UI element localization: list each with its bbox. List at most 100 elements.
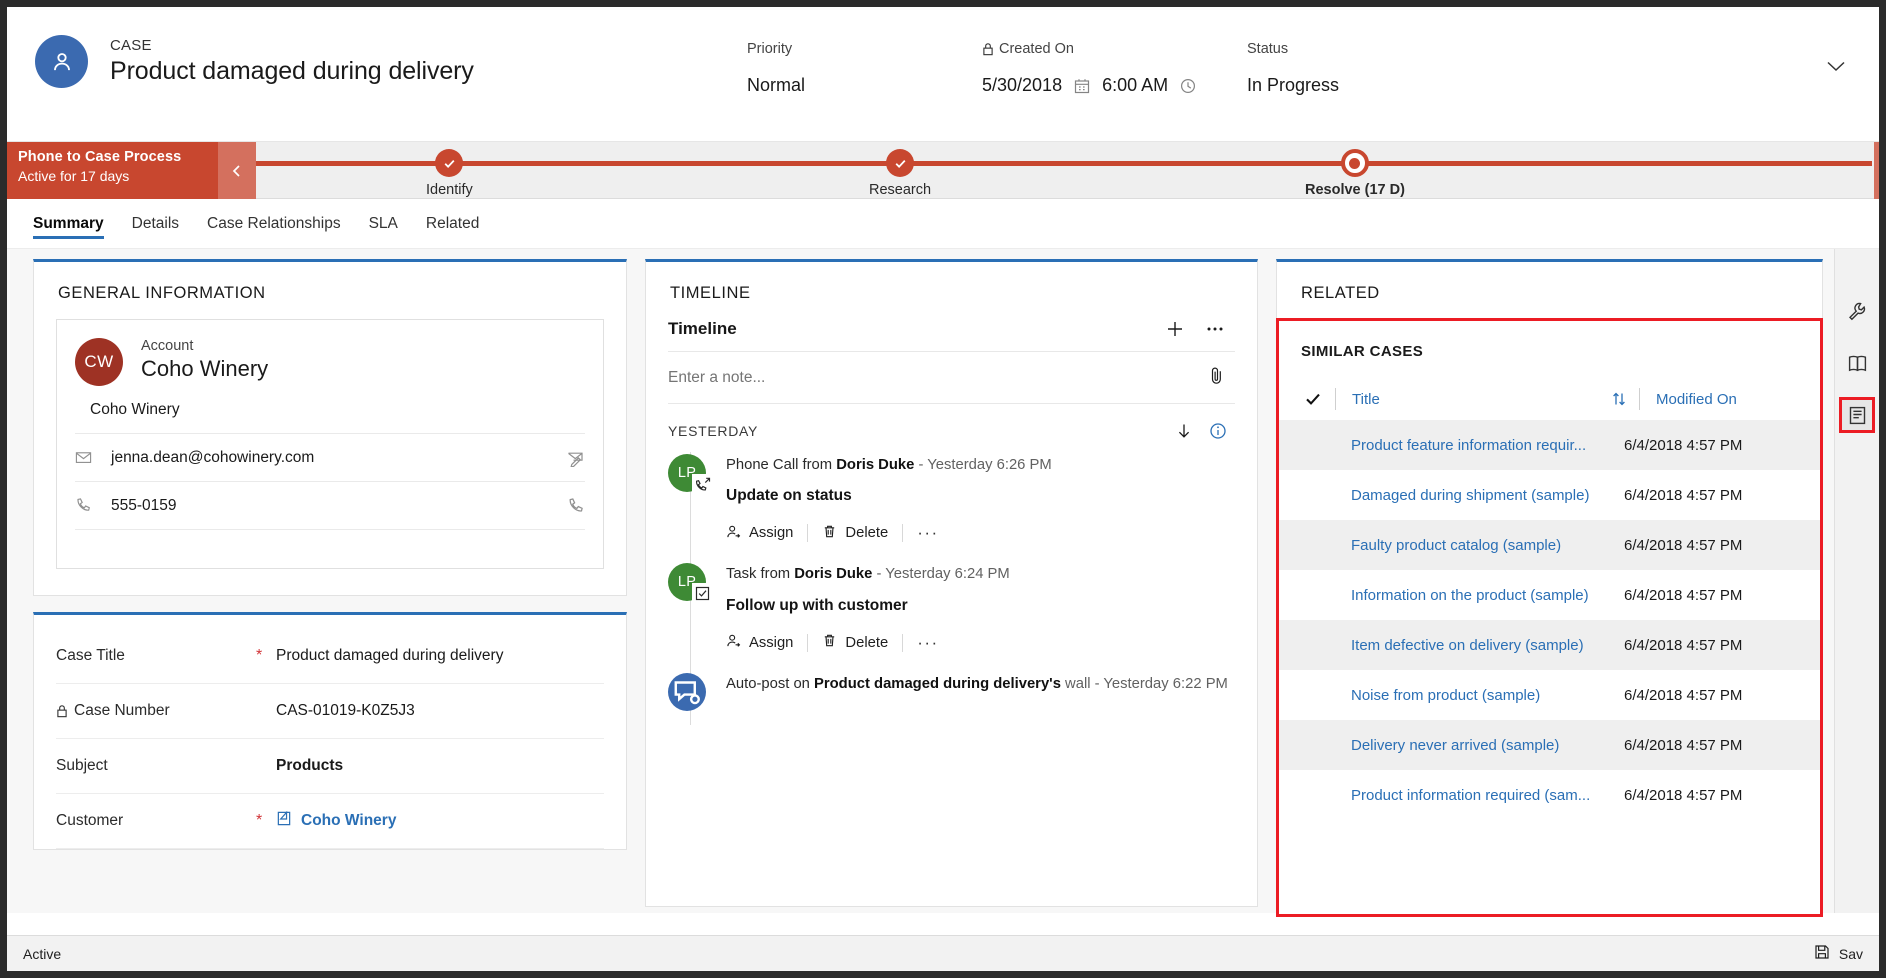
- created-on-date: 5/30/2018: [982, 75, 1063, 95]
- table-row[interactable]: Faulty product catalog (sample) 6/4/2018…: [1279, 520, 1820, 570]
- timeline-panel-name: Timeline: [668, 319, 737, 338]
- field-subject[interactable]: Subject Products: [56, 739, 604, 794]
- related-records-icon[interactable]: [1839, 397, 1875, 433]
- chevron-left-icon[interactable]: [218, 142, 256, 199]
- process-stage-label: Identify: [426, 182, 473, 198]
- row-modified-on: 6/4/2018 4:57 PM: [1624, 586, 1743, 604]
- account-row-name: Coho Winery: [75, 386, 585, 434]
- table-row[interactable]: Item defective on delivery (sample) 6/4/…: [1279, 620, 1820, 670]
- column-header-title[interactable]: Title: [1336, 391, 1599, 408]
- assign-button[interactable]: Assign: [726, 524, 807, 543]
- task-checkbox-icon: [692, 583, 712, 604]
- paperclip-icon[interactable]: [1209, 366, 1235, 390]
- created-on-label: Created On: [999, 41, 1074, 57]
- wrench-icon[interactable]: [1839, 293, 1875, 329]
- row-title-link[interactable]: Delivery never arrived (sample): [1335, 737, 1624, 754]
- table-row[interactable]: Delivery never arrived (sample) 6/4/2018…: [1279, 720, 1820, 770]
- field-customer[interactable]: Customer * Coho Winery: [56, 794, 604, 849]
- timeline-note-composer[interactable]: [668, 352, 1235, 404]
- tab-summary[interactable]: Summary: [33, 199, 118, 249]
- row-title-link[interactable]: Faulty product catalog (sample): [1335, 537, 1624, 554]
- row-title-link[interactable]: Damaged during shipment (sample): [1335, 487, 1624, 504]
- field-case-title[interactable]: Case Title * Product damaged during deli…: [56, 629, 604, 684]
- field-case-number[interactable]: Case Number CAS-01019-K0Z5J3: [56, 684, 604, 739]
- table-row[interactable]: Product information required (sam... 6/4…: [1279, 770, 1820, 820]
- timeline-prefix: Auto-post on: [726, 675, 815, 692]
- delete-button[interactable]: Delete: [822, 524, 902, 543]
- app-window: CASE Product damaged during delivery Pri…: [7, 7, 1879, 971]
- account-header: CW Account Coho Winery: [75, 338, 585, 386]
- timeline-actor: Doris Duke: [836, 457, 915, 473]
- process-stages: Identify Research Resolve (17 D): [256, 142, 1879, 199]
- plus-icon[interactable]: [1155, 319, 1195, 339]
- timeline-item[interactable]: Auto-post on Product damaged during deli…: [668, 667, 1235, 725]
- timeline-time: wall - Yesterday 6:22 PM: [1060, 675, 1228, 692]
- timeline-avatar-wrap: LP: [668, 454, 712, 543]
- tab-details[interactable]: Details: [118, 199, 193, 249]
- auto-post-icon: [668, 672, 706, 711]
- note-input[interactable]: [668, 368, 1209, 387]
- arrow-down-icon[interactable]: [1167, 422, 1201, 440]
- row-title-link[interactable]: Noise from product (sample): [1335, 687, 1624, 704]
- timeline-item-header: Auto-post on Product damaged during deli…: [726, 674, 1235, 695]
- process-stage-resolve[interactable]: Resolve (17 D): [1305, 142, 1405, 199]
- process-line: [256, 161, 1872, 166]
- clock-icon[interactable]: [1180, 78, 1196, 94]
- info-icon[interactable]: [1201, 422, 1235, 440]
- assign-icon: [726, 524, 741, 543]
- record-header: CASE Product damaged during delivery Pri…: [7, 7, 1879, 142]
- row-modified-on: 6/4/2018 4:57 PM: [1624, 736, 1743, 754]
- ellipsis-icon[interactable]: [1195, 319, 1235, 339]
- process-stage-identify[interactable]: Identify: [426, 142, 473, 199]
- tab-case-relationships[interactable]: Case Relationships: [193, 199, 355, 249]
- field-value: CAS-01019-K0Z5J3: [276, 702, 415, 719]
- process-name-block[interactable]: Phone to Case Process Active for 17 days: [7, 142, 256, 199]
- tab-related[interactable]: Related: [412, 199, 493, 249]
- compose-mail-icon[interactable]: [557, 449, 585, 467]
- timeline-more-icon[interactable]: ···: [917, 523, 938, 543]
- book-icon[interactable]: [1839, 345, 1875, 381]
- calendar-icon[interactable]: [1074, 78, 1090, 94]
- column-timeline: TIMELINE Timeline Enter a note... YESTER…: [645, 259, 1258, 913]
- timeline-day-group: YESTERDAY: [668, 422, 1235, 440]
- sort-arrows-icon[interactable]: [1599, 391, 1639, 407]
- account-row-phone: 555-0159: [75, 482, 585, 530]
- table-row[interactable]: Information on the product (sample) 6/4/…: [1279, 570, 1820, 620]
- row-title-link[interactable]: Product information required (sam...: [1335, 787, 1624, 804]
- save-button[interactable]: Sav: [1814, 944, 1863, 963]
- required-indicator: *: [256, 812, 263, 829]
- header-field-created-on[interactable]: Created On 5/30/2018 6:00 AM: [982, 41, 1247, 96]
- chevron-down-icon[interactable]: [1823, 53, 1849, 79]
- select-all-checkmark-icon[interactable]: [1291, 390, 1335, 408]
- timeline-item[interactable]: LP Task from Doris Duke - Yesterday 6:24…: [668, 557, 1235, 666]
- priority-label: Priority: [747, 41, 793, 57]
- table-row[interactable]: Damaged during shipment (sample) 6/4/201…: [1279, 470, 1820, 520]
- row-modified-on: 6/4/2018 4:57 PM: [1624, 536, 1743, 554]
- delete-button[interactable]: Delete: [822, 633, 902, 652]
- account-name: Coho Winery: [141, 356, 269, 381]
- tab-sla[interactable]: SLA: [355, 199, 412, 249]
- row-modified-on: 6/4/2018 4:57 PM: [1624, 486, 1743, 504]
- timeline-time: - Yesterday 6:26 PM: [914, 457, 1052, 473]
- process-stage-research[interactable]: Research: [869, 142, 931, 199]
- header-field-status[interactable]: Status In Progress: [1247, 41, 1487, 96]
- table-row[interactable]: Noise from product (sample) 6/4/2018 4:5…: [1279, 670, 1820, 720]
- delete-label: Delete: [845, 634, 889, 651]
- timeline-more-icon[interactable]: ···: [917, 633, 938, 653]
- column-header-modified-on[interactable]: Modified On: [1640, 391, 1800, 408]
- row-title-link[interactable]: Product feature information requir...: [1335, 437, 1624, 454]
- call-icon[interactable]: [557, 497, 585, 515]
- row-title-link[interactable]: Item defective on delivery (sample): [1335, 637, 1624, 654]
- similar-cases-header-row: Title Modified On: [1279, 378, 1820, 420]
- field-value-link[interactable]: Coho Winery: [276, 810, 604, 832]
- divider: [902, 524, 904, 543]
- header-field-priority[interactable]: Priority Normal: [747, 41, 982, 96]
- created-on-time: 6:00 AM: [1102, 75, 1169, 95]
- timeline-avatar-wrap: LP: [668, 563, 712, 652]
- timeline-item[interactable]: LP Phone Call from Doris Duke - Yesterda…: [668, 448, 1235, 557]
- assign-button[interactable]: Assign: [726, 633, 807, 652]
- row-title-link[interactable]: Information on the product (sample): [1335, 587, 1624, 604]
- person-icon: [35, 35, 88, 88]
- table-row[interactable]: Product feature information requir... 6/…: [1279, 420, 1820, 470]
- lock-icon: [56, 704, 68, 718]
